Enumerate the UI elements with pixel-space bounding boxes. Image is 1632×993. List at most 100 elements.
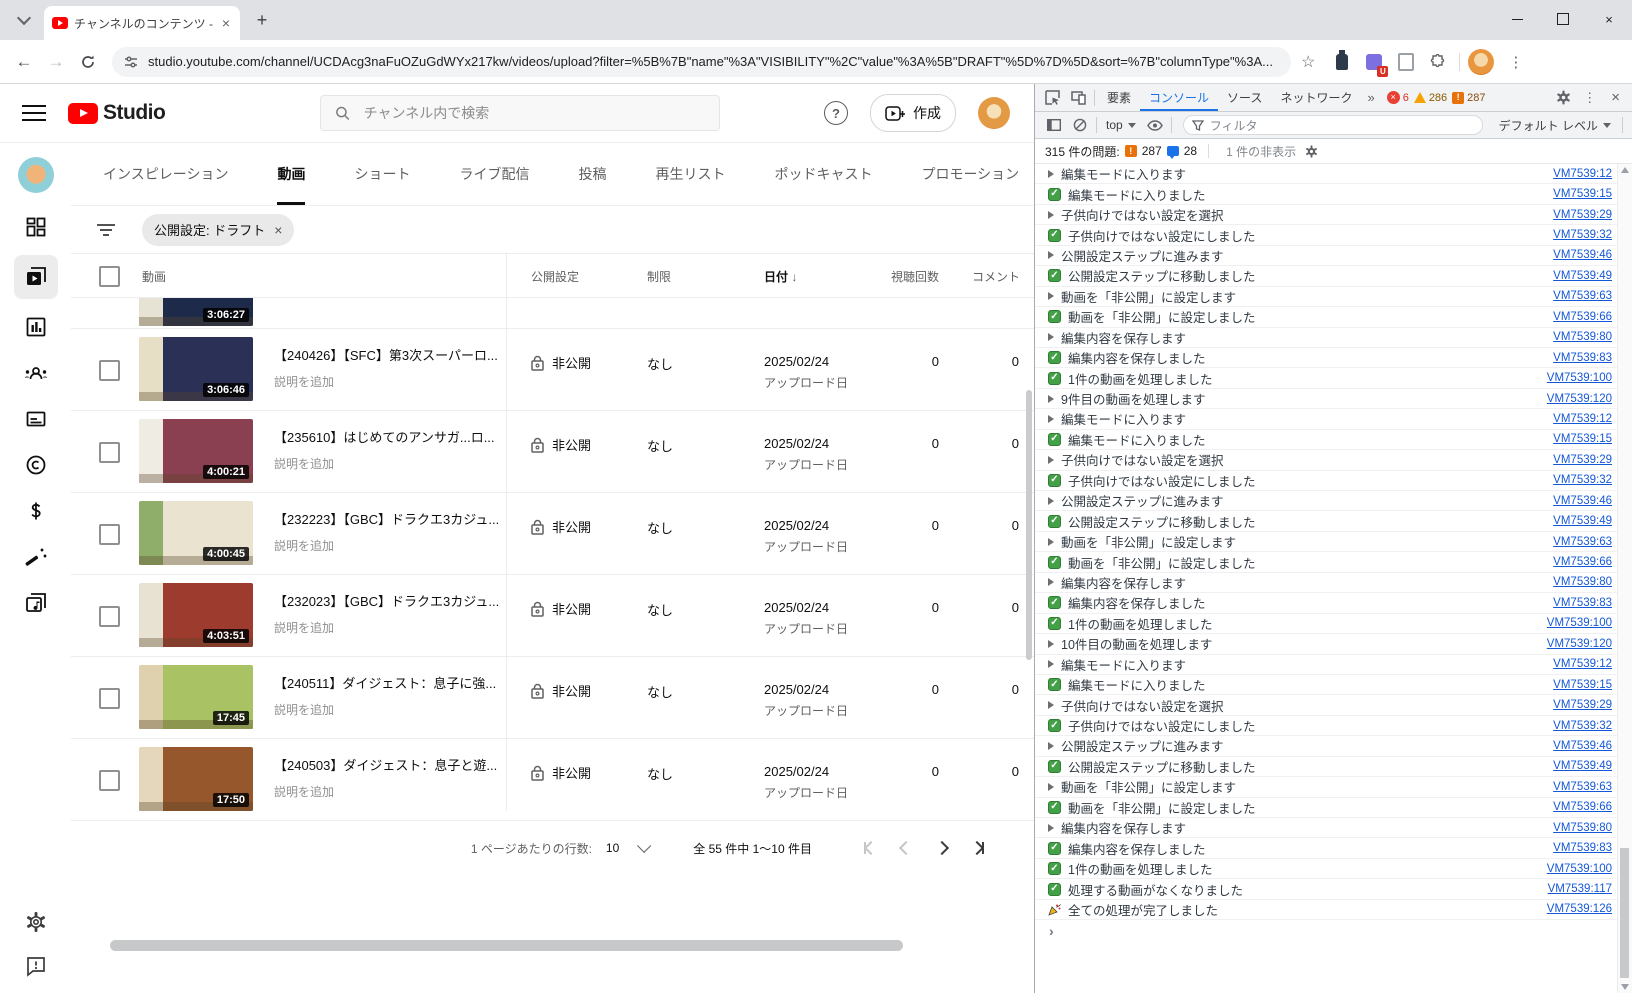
console-message[interactable]: ✓ 1件の動画を処理しました VM7539:100 xyxy=(1035,859,1632,879)
video-description-add[interactable]: 説明を追加 xyxy=(274,455,499,472)
console-message[interactable]: 9件目の動画を処理します VM7539:120 xyxy=(1035,389,1632,409)
console-message[interactable]: ✓ 公開設定ステップに移動しました VM7539:49 xyxy=(1035,266,1632,286)
tab-close-icon[interactable]: × xyxy=(220,14,232,32)
remove-filter-icon[interactable]: × xyxy=(274,222,282,238)
extensions-puzzle-button[interactable] xyxy=(1425,49,1451,75)
video-row[interactable]: 3:06:46 【240426】【SFC】第3次スーパーロ... 説明を追加 非… xyxy=(71,329,1034,411)
visibility-cell[interactable]: 非公開 xyxy=(531,681,591,700)
video-description-add[interactable]: 説明を追加 xyxy=(274,373,499,390)
console-message[interactable]: ✓ 編集モードに入りました VM7539:15 xyxy=(1035,184,1632,204)
content-tab[interactable]: 動画 xyxy=(277,143,305,205)
console-message[interactable]: ✓ 公開設定ステップに移動しました VM7539:49 xyxy=(1035,511,1632,531)
gear-icon[interactable] xyxy=(1305,145,1318,158)
console-scrollbar[interactable] xyxy=(1617,164,1632,993)
devtools-tab[interactable]: 要素 xyxy=(1098,84,1140,111)
console-prompt[interactable]: › xyxy=(1035,920,1632,942)
console-message[interactable]: ✓ 編集モードに入りました VM7539:15 xyxy=(1035,430,1632,450)
issues-count[interactable]: 287 xyxy=(1142,144,1162,158)
warning-count-badge[interactable]: 286 xyxy=(1414,92,1447,104)
sidebar-item-feedback[interactable] xyxy=(25,955,47,977)
row-checkbox[interactable] xyxy=(99,442,120,463)
expand-arrow-icon[interactable] xyxy=(1048,251,1054,259)
row-checkbox[interactable] xyxy=(99,360,120,381)
site-settings-icon[interactable] xyxy=(124,55,138,69)
video-thumbnail[interactable]: 17:45 xyxy=(139,665,253,729)
content-tab[interactable]: プロモーション xyxy=(921,143,1019,205)
video-row[interactable]: 4:03:51 【232023】【GBC】ドラクエ3カジュ... 説明を追加 非… xyxy=(71,575,1034,657)
expand-arrow-icon[interactable] xyxy=(1048,170,1054,178)
expand-arrow-icon[interactable] xyxy=(1048,497,1054,505)
context-selector[interactable]: top xyxy=(1100,118,1142,132)
inspect-element-button[interactable] xyxy=(1039,85,1065,111)
row-checkbox[interactable] xyxy=(99,524,120,545)
messages-count[interactable]: 28 xyxy=(1184,144,1197,158)
video-thumbnail[interactable]: 3:06:46 xyxy=(139,337,253,401)
console-message[interactable]: ✓ 編集内容を保存しました VM7539:83 xyxy=(1035,348,1632,368)
sidebar-item-copyright[interactable] xyxy=(14,447,58,483)
sidebar-item-subtitles[interactable] xyxy=(14,401,58,437)
device-toolbar-button[interactable] xyxy=(1065,85,1091,111)
row-checkbox[interactable] xyxy=(99,688,120,709)
log-level-selector[interactable]: デフォルト レベル xyxy=(1491,117,1619,134)
clear-console-button[interactable] xyxy=(1067,112,1093,138)
channel-avatar-large[interactable] xyxy=(18,157,54,193)
video-row[interactable]: 17:45 【240511】ダイジェスト：息子に強... 説明を追加 非公開 xyxy=(71,657,1034,739)
horizontal-scrollbar[interactable] xyxy=(72,940,1030,952)
expand-arrow-icon[interactable] xyxy=(1048,742,1054,750)
video-description-add[interactable]: 説明を追加 xyxy=(274,783,499,800)
console-filter-input[interactable]: フィルタ xyxy=(1183,115,1483,135)
address-bar[interactable]: studio.youtube.com/channel/UCDAcg3naFuOZ… xyxy=(112,47,1291,77)
video-description-add[interactable]: 説明を追加 xyxy=(274,537,499,554)
expand-arrow-icon[interactable] xyxy=(1048,701,1054,709)
video-thumbnail[interactable]: 4:00:21 xyxy=(139,419,253,483)
sidebar-item-content[interactable] xyxy=(14,255,58,299)
channel-avatar[interactable] xyxy=(978,97,1010,129)
content-tab[interactable]: インスピレーション xyxy=(103,143,228,205)
visibility-cell[interactable]: 非公開 xyxy=(531,435,591,454)
forward-button[interactable]: → xyxy=(42,48,70,76)
live-expression-eye-button[interactable] xyxy=(1142,112,1168,138)
console-message[interactable]: 子供向けではない設定を選択 VM7539:29 xyxy=(1035,695,1632,715)
reload-button[interactable] xyxy=(74,48,102,76)
console-message[interactable]: 動画を「非公開」に設定します VM7539:63 xyxy=(1035,532,1632,552)
console-message[interactable]: 編集モードに入ります VM7539:12 xyxy=(1035,409,1632,429)
expand-arrow-icon[interactable] xyxy=(1048,640,1054,648)
console-message[interactable]: 動画を「非公開」に設定します VM7539:63 xyxy=(1035,287,1632,307)
video-title[interactable]: 【240426】【SFC】第3次スーパーロ... xyxy=(274,345,499,364)
console-message[interactable]: 編集内容を保存します VM7539:80 xyxy=(1035,573,1632,593)
sidebar-item-settings[interactable] xyxy=(25,911,47,933)
console-message[interactable]: ✓ 1件の動画を処理しました VM7539:100 xyxy=(1035,368,1632,388)
console-message[interactable]: 編集モードに入ります VM7539:12 xyxy=(1035,164,1632,184)
row-checkbox[interactable] xyxy=(99,606,120,627)
help-button[interactable]: ? xyxy=(824,101,848,125)
video-title[interactable]: 【232023】【GBC】ドラクエ3カジュ... xyxy=(274,591,499,610)
visibility-cell[interactable]: 非公開 xyxy=(531,353,591,372)
sidebar-item-customization[interactable] xyxy=(14,539,58,575)
column-date[interactable]: 日付 ↓ xyxy=(764,268,797,285)
visibility-cell[interactable]: 非公開 xyxy=(531,517,591,536)
filter-icon[interactable] xyxy=(96,222,116,238)
youtube-studio-logo[interactable]: Studio xyxy=(68,101,165,125)
devtools-settings-button[interactable] xyxy=(1550,85,1576,111)
prev-page-button[interactable] xyxy=(888,836,924,860)
video-thumbnail[interactable]: 3:06:27 xyxy=(139,298,253,326)
column-video[interactable]: 動画 xyxy=(142,268,166,285)
content-tab[interactable]: 投稿 xyxy=(578,143,606,205)
extension-icon[interactable]: U xyxy=(1361,49,1387,75)
video-row[interactable]: 4:00:21 【235610】はじめてのアンサガ...ロ... 説明を追加 非… xyxy=(71,411,1034,493)
filter-chip-draft[interactable]: 公開設定: ドラフト × xyxy=(142,214,294,246)
tab-search-button[interactable] xyxy=(10,6,38,34)
studio-search-box[interactable] xyxy=(320,95,720,131)
console-message[interactable]: ✓ 子供向けではない設定にしました VM7539:32 xyxy=(1035,471,1632,491)
issue-count-badge[interactable]: !287 xyxy=(1452,92,1485,104)
content-tab[interactable]: 再生リスト xyxy=(655,143,725,205)
last-page-button[interactable] xyxy=(960,836,996,860)
video-thumbnail[interactable]: 17:50 xyxy=(139,747,253,811)
video-thumbnail[interactable]: 4:03:51 xyxy=(139,583,253,647)
expand-arrow-icon[interactable] xyxy=(1048,824,1054,832)
console-message[interactable]: 編集内容を保存します VM7539:80 xyxy=(1035,818,1632,838)
console-message[interactable]: ✓ 動画を「非公開」に設定しました VM7539:66 xyxy=(1035,307,1632,327)
vertical-scrollbar-thumb[interactable] xyxy=(1026,390,1032,660)
error-count-badge[interactable]: ×6 xyxy=(1387,91,1409,104)
content-tab[interactable]: ポッドキャスト xyxy=(774,143,872,205)
